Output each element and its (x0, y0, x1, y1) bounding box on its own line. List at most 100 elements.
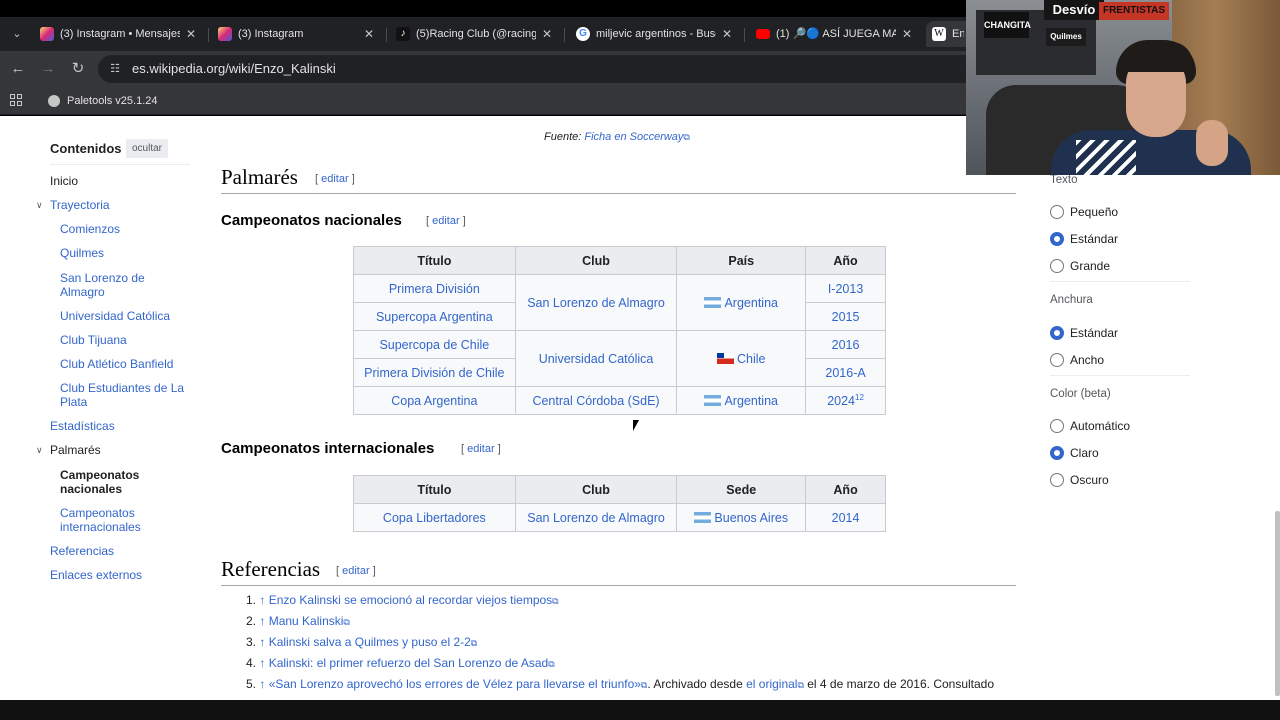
toc-item-estadisticas[interactable]: Estadísticas (50, 419, 115, 433)
club-link[interactable]: San Lorenzo de Almagro (514, 274, 678, 331)
year-link[interactable]: 2024 (827, 394, 855, 408)
tab-instagram-messages[interactable]: (3) Instagram • Mensajes ✕ (40, 21, 202, 47)
country-cell: Argentina (676, 274, 807, 331)
url-text[interactable]: es.wikipedia.org/wiki/Enzo_Kalinski (132, 55, 336, 83)
close-icon[interactable]: ✕ (362, 21, 376, 47)
title-link[interactable]: Primera División de Chile (353, 358, 516, 387)
radio-selected-icon[interactable] (1050, 232, 1064, 246)
external-link-icon: ⧉ (470, 638, 478, 648)
toc-item-estudiantes[interactable]: Club Estudiantes de La Plata (60, 381, 190, 409)
year-link[interactable]: 2014 (805, 503, 886, 532)
scrollbar-thumb[interactable] (1275, 511, 1280, 696)
club-link[interactable]: Universidad Católica (514, 330, 678, 387)
backlink-arrow[interactable]: ↑ (259, 677, 265, 691)
instagram-icon (218, 27, 232, 41)
ref-number: 1. (246, 593, 257, 607)
toc-item-trayectoria[interactable]: Trayectoria (50, 198, 110, 212)
year-link[interactable]: 2016-A (805, 358, 886, 387)
toc-item-universidad-catolica[interactable]: Universidad Católica (60, 309, 170, 323)
country-link[interactable]: Chile (737, 352, 766, 366)
reference-link[interactable]: Enzo Kalinski se emocionó al recordar vi… (269, 593, 552, 607)
apps-grid-icon[interactable] (10, 94, 23, 107)
column-header: Título (353, 475, 516, 504)
radio-circle-icon[interactable] (1050, 419, 1064, 433)
site-info-icon[interactable]: ☷ (108, 62, 122, 76)
close-icon[interactable]: ✕ (720, 21, 734, 47)
globe-icon (48, 95, 60, 107)
archive-link[interactable]: el original (746, 677, 797, 691)
tab-google-search[interactable]: G miljevic argentinos - Busca ✕ (576, 21, 738, 47)
tab-youtube[interactable]: (1) 🔎🔵 ASÍ JUEGA MARTÍ ✕ (756, 21, 918, 47)
toc-item-inicio[interactable]: Inicio (50, 174, 78, 188)
toc-item-campeonatos-nacionales[interactable]: Campeonatos nacionales (60, 468, 155, 496)
address-bar[interactable]: ☷ es.wikipedia.org/wiki/Enzo_Kalinski (98, 55, 978, 83)
country-link[interactable]: Argentina (724, 296, 778, 310)
toc-item-palmares[interactable]: Palmarés (50, 443, 101, 457)
club-link[interactable]: San Lorenzo de Almagro (514, 503, 678, 532)
backlink-arrow[interactable]: ↑ (259, 614, 265, 628)
toc-item-campeonatos-internacionales[interactable]: Campeonatos internacionales (60, 506, 155, 534)
ref-number: 3. (246, 635, 257, 649)
toc-item-tijuana[interactable]: Club Tijuana (60, 333, 127, 347)
ref-number: 5. (246, 677, 257, 691)
reload-icon[interactable]: ↻ (68, 59, 88, 79)
bookmark-paletools[interactable]: Paletools v25.1.24 (48, 87, 158, 115)
reference-link[interactable]: Manu Kalinski (269, 614, 344, 628)
bookmark-label: Paletools v25.1.24 (67, 95, 158, 107)
toc-item-enlaces-externos[interactable]: Enlaces externos (50, 568, 142, 582)
soccerway-link[interactable]: Ficha en Soccerway (584, 131, 683, 143)
edit-link[interactable]: editar (467, 443, 495, 455)
toc-item-comienzos[interactable]: Comienzos (60, 222, 120, 236)
toc-item-referencias[interactable]: Referencias (50, 544, 114, 558)
radio-circle-icon[interactable] (1050, 259, 1064, 273)
forward-arrow-icon[interactable]: → (38, 59, 58, 79)
title-link[interactable]: Primera División (353, 274, 516, 303)
table-row: Copa Libertadores San Lorenzo de Almagro… (353, 503, 886, 532)
reference-link[interactable]: «San Lorenzo aprovechó los errores de Vé… (269, 677, 641, 691)
toc-item-quilmes[interactable]: Quilmes (60, 246, 104, 260)
title-link[interactable]: Copa Libertadores (353, 503, 516, 532)
table-row: Supercopa de Chile Universidad Católica … (353, 330, 886, 387)
year-link[interactable]: 2015 (805, 302, 886, 331)
year-link[interactable]: 2016 (805, 330, 886, 359)
toc-item-banfield[interactable]: Club Atlético Banfield (60, 357, 173, 371)
venue-link[interactable]: Buenos Aires (714, 511, 788, 525)
title-link[interactable]: Copa Argentina (353, 386, 516, 415)
tab-instagram[interactable]: (3) Instagram ✕ (218, 21, 380, 47)
radio-selected-icon[interactable] (1050, 446, 1064, 460)
close-icon[interactable]: ✕ (900, 21, 914, 47)
country-link[interactable]: Argentina (724, 394, 778, 408)
edit-link[interactable]: editar (321, 173, 349, 185)
tab-search-icon[interactable]: ⌄ (6, 24, 28, 44)
edit-link[interactable]: editar (432, 215, 460, 227)
title-link[interactable]: Supercopa de Chile (353, 330, 516, 359)
toc-hide-button[interactable]: ocultar (126, 139, 169, 158)
club-link[interactable]: Central Córdoba (SdE) (514, 386, 678, 415)
back-arrow-icon[interactable]: ← (8, 59, 28, 79)
column-header: País (676, 246, 807, 275)
backlink-arrow[interactable]: ↑ (259, 656, 265, 670)
nacionales-edit: [ editar ] (426, 215, 466, 227)
radio-circle-icon[interactable] (1050, 205, 1064, 219)
edit-link[interactable]: editar (342, 565, 370, 577)
chevron-down-icon[interactable]: ∨ (36, 445, 46, 455)
close-icon[interactable]: ✕ (184, 21, 198, 47)
footnote-ref[interactable]: 12 (855, 393, 864, 402)
close-icon[interactable]: ✕ (540, 21, 554, 47)
toc-item-san-lorenzo[interactable]: San Lorenzo de Almagro (60, 271, 185, 299)
backlink-arrow[interactable]: ↑ (259, 635, 265, 649)
tab-label: miljevic argentinos - Busca (596, 28, 716, 40)
radio-circle-icon[interactable] (1050, 353, 1064, 367)
tab-tiktok-racing[interactable]: ♪ (5)Racing Club (@racingclu ✕ (396, 21, 558, 47)
reference-link[interactable]: Kalinski salva a Quilmes y puso el 2-2 (269, 635, 471, 649)
backlink-arrow[interactable]: ↑ (259, 593, 265, 607)
reference-link[interactable]: Kalinski: el primer refuerzo del San Lor… (269, 656, 549, 670)
external-link-icon: ⧉ (552, 596, 559, 606)
radio-selected-icon[interactable] (1050, 326, 1064, 340)
chevron-down-icon[interactable]: ∨ (36, 200, 46, 210)
year-link[interactable]: I-2013 (805, 274, 886, 303)
title-link[interactable]: Supercopa Argentina (353, 302, 516, 331)
radio-circle-icon[interactable] (1050, 473, 1064, 487)
reference-text: . Archivado desde (647, 677, 747, 691)
ref-number: 4. (246, 656, 257, 670)
